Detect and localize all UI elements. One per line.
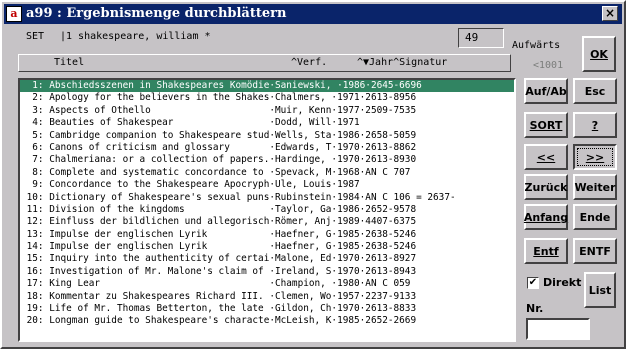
list-item[interactable]: 20: Longman guide to Shakespeare's chara… <box>20 315 514 327</box>
window-title: a99 : Ergebnismenge durchblättern <box>26 6 287 21</box>
list-item[interactable]: 12: Einfluss der bildlichen und allegori… <box>20 216 514 228</box>
list-item[interactable]: 4: Beauties of Shakespear ·Dodd, Will·19… <box>20 117 514 129</box>
esc-button[interactable]: Esc <box>573 78 617 104</box>
list-item[interactable]: 8: Complete and systematic concordance t… <box>20 167 514 179</box>
anfang-button-label: Anfang <box>523 210 569 224</box>
sort-button-label: SORT <box>529 118 563 132</box>
ende-button[interactable]: Ende <box>573 204 617 230</box>
zurueck-button[interactable]: Zurück <box>524 174 568 200</box>
column-header-bar: Titel ^Verf. ^▼Jahr^Signatur <box>18 54 511 72</box>
list-item[interactable]: 6: Canons of criticism and glossary ·Edw… <box>20 142 514 154</box>
set-label: SET <box>26 31 45 42</box>
entf-all-button[interactable]: ENTF <box>573 238 617 264</box>
direction-label: Aufwärts <box>512 40 561 51</box>
list-item[interactable]: 1: Abschiedsszenen in Shakespeares Komöd… <box>20 80 514 93</box>
list-item[interactable]: 7: Chalmeriana: or a collection of paper… <box>20 154 514 166</box>
list-item[interactable]: 13: Impulse der englischen Lyrik ·Haefne… <box>20 229 514 241</box>
column-header-title[interactable]: Titel <box>54 57 84 68</box>
next-page-label: >> <box>585 150 605 164</box>
title-bar[interactable]: a a99 : Ergebnismenge durchblättern × <box>4 4 622 24</box>
list-item[interactable]: 19: Life of Mr. Thomas Betterton, the la… <box>20 303 514 315</box>
nr-input[interactable] <box>526 318 590 340</box>
a99-logo-icon: a <box>6 6 22 22</box>
column-header-year-signature[interactable]: ^▼Jahr^Signatur <box>357 57 447 68</box>
list-button[interactable]: List <box>584 272 616 308</box>
sort-button[interactable]: SORT <box>524 112 568 138</box>
result-count: 49 <box>458 28 504 48</box>
ok-button-label: OK <box>590 47 608 61</box>
direkt-label: Direkt <box>543 276 582 289</box>
entf-button-label: Entf <box>533 244 559 258</box>
help-button[interactable]: ? <box>573 112 617 138</box>
history-reference: <1001 <box>533 60 564 71</box>
dialog-window: a a99 : Ergebnismenge durchblättern × SE… <box>0 0 626 349</box>
list-item[interactable]: 10: Dictionary of Shakespeare's sexual p… <box>20 192 514 204</box>
help-button-label: ? <box>591 118 599 132</box>
list-item[interactable]: 14: Impulse der englischen Lyrik ·Haefne… <box>20 241 514 253</box>
list-item[interactable]: 9: Concordance to the Shakespeare Apocry… <box>20 179 514 191</box>
list-item[interactable]: 15: Inquiry into the authenticity of cer… <box>20 253 514 265</box>
previous-page-button[interactable]: << <box>524 144 568 170</box>
list-item[interactable]: 17: King Lear ·Champion, ·1980·AN C 059 <box>20 278 514 290</box>
auf-ab-button[interactable]: Auf/Ab <box>524 78 568 104</box>
list-item[interactable]: 2: Apology for the believers in the Shak… <box>20 92 514 104</box>
nr-label: Nr. <box>526 302 544 315</box>
set-query: |1 shakespeare, william * <box>60 31 211 42</box>
results-list[interactable]: 1: Abschiedsszenen in Shakespeares Komöd… <box>18 78 516 342</box>
weiter-button[interactable]: Weiter <box>573 174 617 200</box>
list-item[interactable]: 11: Division of the kingdoms ·Taylor, Ga… <box>20 204 514 216</box>
ok-button[interactable]: OK <box>582 36 616 72</box>
close-button[interactable]: × <box>602 6 618 21</box>
anfang-button[interactable]: Anfang <box>524 204 568 230</box>
list-item[interactable]: 16: Investigation of Mr. Malone's claim … <box>20 266 514 278</box>
list-item[interactable]: 5: Cambridge companion to Shakespeare st… <box>20 130 514 142</box>
list-item[interactable]: 18: Kommentar zu Shakespeares Richard II… <box>20 291 514 303</box>
entf-button[interactable]: Entf <box>524 238 568 264</box>
previous-page-label: << <box>536 150 556 164</box>
column-header-author[interactable]: ^Verf. <box>291 57 327 68</box>
next-page-button[interactable]: >> <box>573 144 617 170</box>
list-item[interactable]: 3: Aspects of Othello ·Muir, Kenn·1977·2… <box>20 105 514 117</box>
direkt-checkbox[interactable]: ✔ <box>527 277 539 289</box>
